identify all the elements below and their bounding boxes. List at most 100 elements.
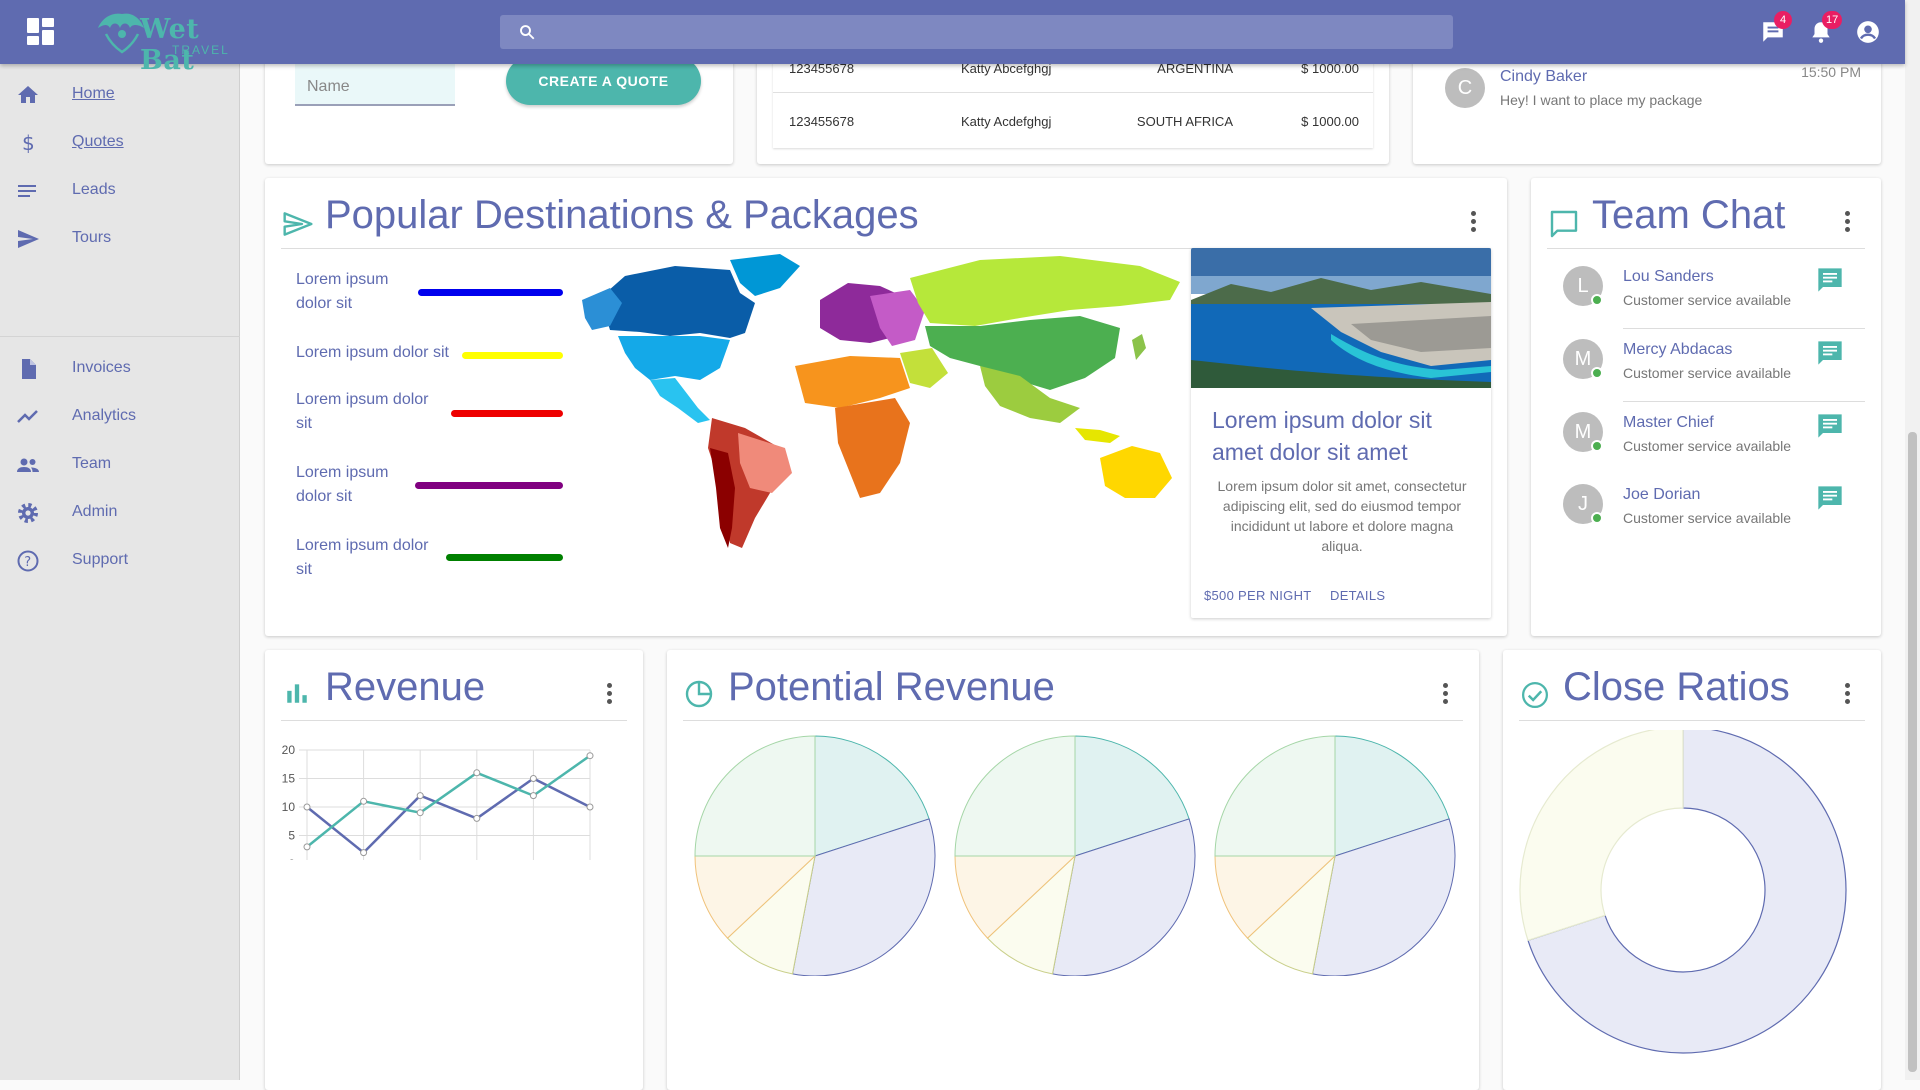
map-greenland xyxy=(730,254,800,296)
table-row[interactable]: 123455678 Katty Acdefghgj SOUTH AFRICA $… xyxy=(773,93,1373,146)
data-point xyxy=(416,792,424,800)
quote-client: Katty Acdefghgj xyxy=(961,114,1052,129)
pie-slice xyxy=(1214,735,1336,857)
member-name: Joe Dorian xyxy=(1623,486,1701,503)
pie-slice xyxy=(954,735,1076,857)
message-icon[interactable] xyxy=(1816,266,1844,294)
message-icon[interactable] xyxy=(1816,412,1844,440)
quote-name-input[interactable]: Name xyxy=(295,60,455,106)
dashboard-grid-icon[interactable] xyxy=(27,18,55,46)
chat-bubble-outline-icon xyxy=(1550,210,1578,238)
search-input[interactable] xyxy=(500,15,1453,49)
map-japan xyxy=(1132,334,1146,360)
messages-button[interactable]: 4 xyxy=(1760,11,1792,47)
world-map[interactable] xyxy=(580,248,1190,548)
page-scrollbar[interactable] xyxy=(1905,0,1920,1080)
map-central-america xyxy=(650,378,710,423)
data-point xyxy=(473,814,481,822)
team-member-item[interactable]: M Mercy Abdacas Customer service availab… xyxy=(1531,329,1881,402)
package-details-button[interactable]: DETAILS xyxy=(1330,588,1385,603)
donut-slice xyxy=(1519,730,1684,942)
dollar-icon: $ xyxy=(22,131,35,155)
more-vert-icon[interactable] xyxy=(1845,683,1851,705)
message-sender: Cindy Baker xyxy=(1500,68,1588,85)
package-description: Lorem ipsum dolor sit amet, consectetur … xyxy=(1217,478,1467,554)
team-member-item[interactable]: M Master Chief Customer service availabl… xyxy=(1531,402,1881,475)
legend-swatch xyxy=(418,289,563,296)
notifications-button[interactable]: 17 xyxy=(1808,11,1843,47)
package-card[interactable]: Lorem ipsum dolor sit amet dolor sit ame… xyxy=(1191,248,1491,618)
home-icon xyxy=(18,86,38,103)
package-price-button[interactable]: $500 PER NIGHT xyxy=(1204,588,1312,603)
data-point xyxy=(586,803,594,811)
data-point xyxy=(303,803,311,811)
online-status-dot xyxy=(1591,294,1603,306)
nav-item-support[interactable]: ? Support xyxy=(0,537,240,585)
nav-label: Tours xyxy=(72,229,112,246)
legend-label: Lorem ipsum dolor sit xyxy=(296,464,389,505)
nav-item-home[interactable]: Home xyxy=(0,71,240,119)
message-icon[interactable] xyxy=(1816,339,1844,367)
send-icon xyxy=(283,212,313,236)
series-line xyxy=(306,777,591,855)
scrollbar-thumb[interactable] xyxy=(1908,432,1917,1072)
card-title: Close Ratios xyxy=(1563,665,1790,709)
online-status-dot xyxy=(1591,440,1603,452)
legend-swatch xyxy=(451,410,563,417)
data-point xyxy=(360,849,368,857)
message-time: 15:50 PM xyxy=(1801,64,1861,80)
document-icon xyxy=(22,359,36,379)
more-vert-icon[interactable] xyxy=(1443,683,1449,705)
sidebar-divider xyxy=(0,336,240,337)
message-icon[interactable] xyxy=(1816,484,1844,512)
package-title: Lorem ipsum dolor sit amet dolor sit ame… xyxy=(1212,407,1432,465)
nav-item-analytics[interactable]: Analytics xyxy=(0,393,240,441)
top-app-bar: Wet Bat TRAVEL 4 17 xyxy=(0,0,1905,76)
revenue-line-chart[interactable]: 05101520JANFEBMARAPRMAYJUNE xyxy=(265,740,643,860)
popular-destinations-card: Popular Destinations & Packages Lorem ip… xyxy=(265,178,1507,636)
close-ratios-donut-chart[interactable] xyxy=(1503,730,1881,1070)
nav-item-admin[interactable]: Admin xyxy=(0,489,240,537)
messages-badge: 4 xyxy=(1774,11,1792,29)
title-divider xyxy=(281,720,627,721)
series-line xyxy=(306,754,591,848)
message-text: Hey! I want to place my package xyxy=(1500,92,1703,108)
card-title: Potential Revenue xyxy=(728,665,1055,709)
team-member-item[interactable]: J Joe Dorian Customer service available xyxy=(1531,474,1881,547)
legend-label: Lorem ipsum dolor sit xyxy=(296,271,389,312)
map-indonesia xyxy=(1075,428,1120,443)
search-icon xyxy=(520,25,535,40)
team-member-item[interactable]: L Lou Sanders Customer service available xyxy=(1531,256,1881,329)
avatar: C xyxy=(1445,68,1485,108)
create-quote-button[interactable]: CREATE A QUOTE xyxy=(506,57,701,105)
nav-item-quotes[interactable]: $ Quotes xyxy=(0,119,240,167)
legend-label: Lorem ipsum dolor sit xyxy=(296,391,429,432)
potential-revenue-pie-charts[interactable] xyxy=(667,726,1479,976)
revenue-card: Revenue 05101520JANFEBMARAPRMAYJUNE xyxy=(265,650,643,1090)
more-vert-icon[interactable] xyxy=(1845,211,1851,233)
wet-bat-logo[interactable]: Wet Bat TRAVEL xyxy=(92,8,262,76)
data-point xyxy=(529,775,537,782)
data-point xyxy=(473,769,481,777)
legend-swatch xyxy=(446,554,563,561)
notifications-badge: 17 xyxy=(1822,11,1843,29)
more-vert-icon[interactable] xyxy=(1471,211,1477,233)
name-placeholder: Name xyxy=(307,78,350,95)
account-button[interactable] xyxy=(1855,19,1883,47)
legend-label: Lorem ipsum dolor sit xyxy=(296,344,449,361)
nav-item-leads[interactable]: Leads xyxy=(0,167,240,215)
map-south-africa xyxy=(835,398,910,498)
nav-label: Leads xyxy=(72,181,116,198)
card-title: Popular Destinations & Packages xyxy=(325,193,919,237)
nav-item-team[interactable]: Team xyxy=(0,441,240,489)
nav-item-tours[interactable]: Tours xyxy=(0,215,240,263)
online-status-dot xyxy=(1591,367,1603,379)
help-icon: ? xyxy=(17,550,39,572)
title-divider xyxy=(683,720,1463,721)
trending-up-icon xyxy=(17,410,38,423)
check-circle-icon xyxy=(1522,682,1548,708)
data-point xyxy=(303,843,311,851)
more-vert-icon[interactable] xyxy=(607,683,613,705)
card-title: Revenue xyxy=(325,665,486,709)
nav-item-invoices[interactable]: Invoices xyxy=(0,345,240,393)
